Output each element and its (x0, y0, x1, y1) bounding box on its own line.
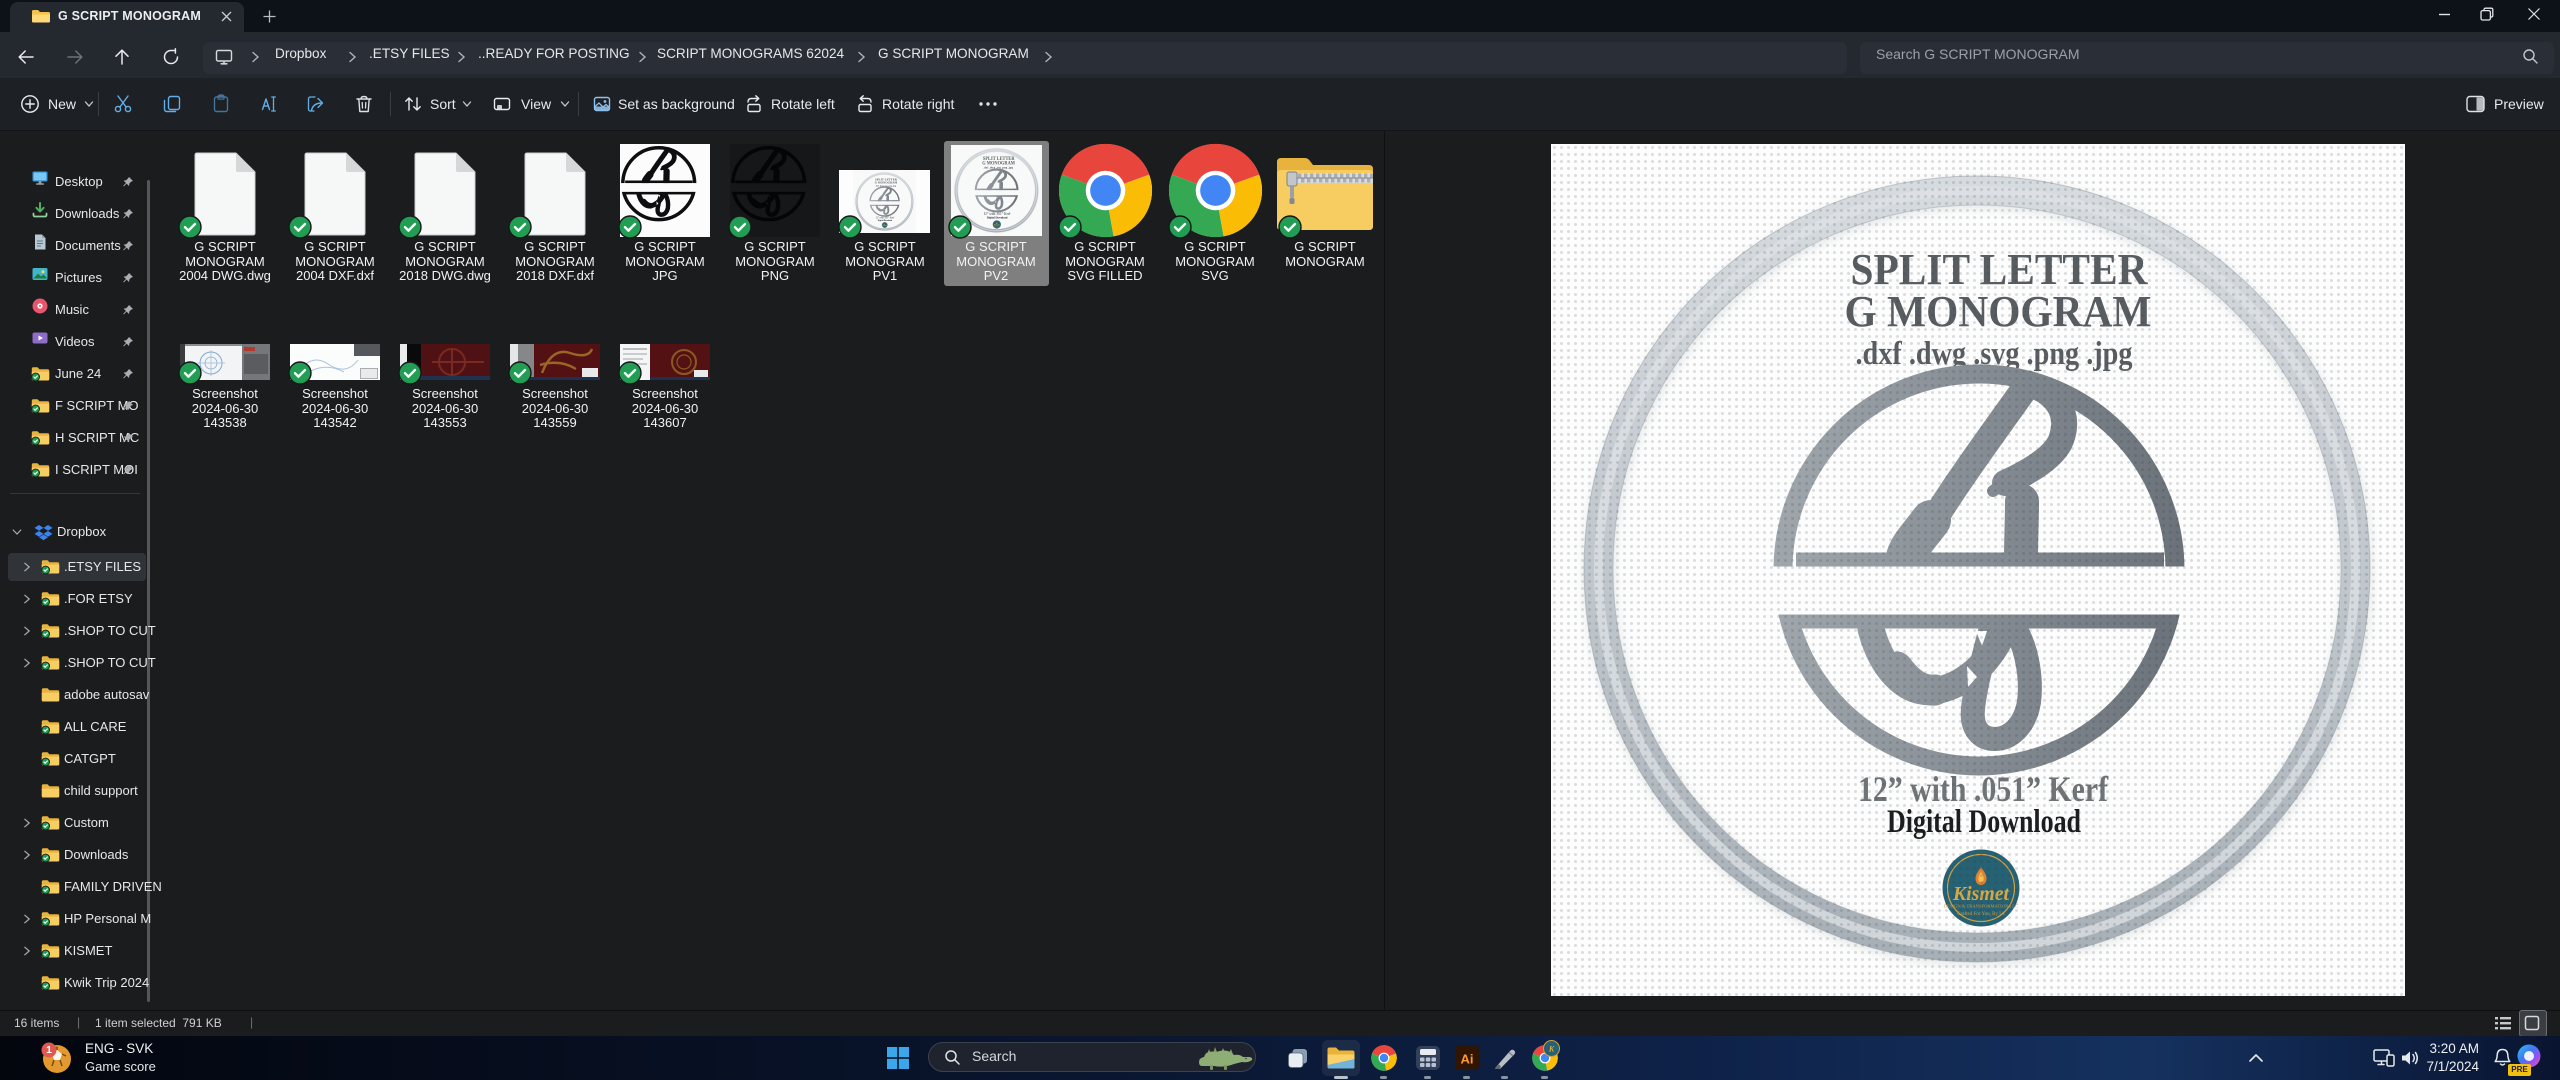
svg-text:Ai: Ai (1461, 1052, 1474, 1067)
svg-text:1: 1 (46, 1044, 52, 1056)
svg-text:K: K (1548, 1045, 1555, 1054)
